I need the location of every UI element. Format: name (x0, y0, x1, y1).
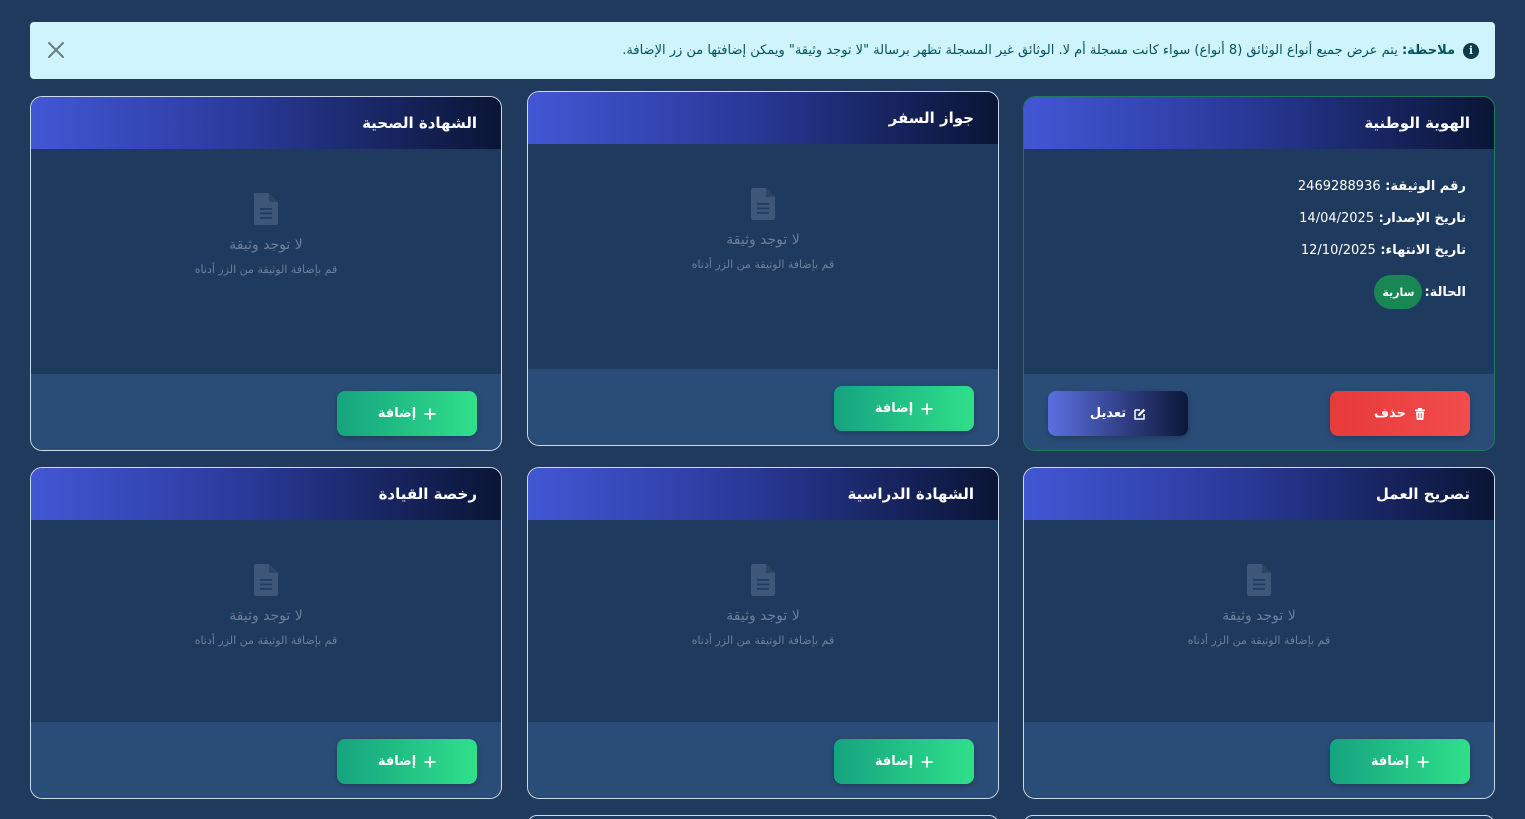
add-button[interactable]: إضافة (337, 739, 477, 784)
empty-state: لا توجد وثيقة قم بإضافة الوثيقة من الزر … (528, 564, 998, 647)
card-header: رخصة القيادة (31, 468, 501, 520)
card-body: لا توجد وثيقة قم بإضافة الوثيقة من الزر … (31, 149, 501, 450)
card-title: تصريح العمل (1375, 485, 1470, 503)
empty-state: لا توجد وثيقة قم بإضافة الوثيقة من الزر … (1024, 564, 1494, 647)
plus-icon (1417, 756, 1429, 767)
alert-message: يتم عرض جميع أنواع الوثائق (8 أنواع) سوا… (622, 43, 1398, 58)
document-card-passport: جواز السفر لا توجد وثيقة قم بإضافة الوثي… (527, 91, 999, 446)
plus-icon (424, 756, 436, 767)
edit-button[interactable]: تعديل (1048, 391, 1188, 436)
empty-state: لا توجد وثيقة قم بإضافة الوثيقة من الزر … (528, 188, 998, 271)
info-alert: i ملاحظة: يتم عرض جميع أنواع الوثائق (8 … (30, 22, 1495, 79)
close-icon (48, 42, 64, 58)
document-card-health-certificate: الشهادة الصحية لا توجد وثيقة قم بإضافة ا… (30, 96, 502, 451)
empty-title: لا توجد وثيقة (229, 608, 303, 624)
card-title: الشهادة الدراسية (847, 485, 974, 503)
document-card-academic-certificate: الشهادة الدراسية لا توجد وثيقة قم بإضافة… (527, 467, 999, 799)
card-title: الهوية الوطنية (1364, 114, 1470, 132)
info-circle-icon: i (1463, 42, 1479, 59)
card-footer: إضافة (31, 374, 501, 450)
card-footer: إضافة (31, 722, 501, 798)
card-body: لا توجد وثيقة قم بإضافة الوثيقة من الزر … (528, 144, 998, 445)
empty-title: لا توجد وثيقة (726, 608, 800, 624)
delete-label: حذف (1374, 406, 1406, 421)
empty-title: لا توجد وثيقة (229, 237, 303, 253)
card-body: لا توجد وثيقة قم بإضافة الوثيقة من الزر … (1024, 520, 1494, 798)
card-body: لا توجد وثيقة قم بإضافة الوثيقة من الزر … (31, 520, 501, 798)
expiry-date-row: تاريخ الانتهاء: 12/10/2025 (1298, 243, 1466, 258)
plus-icon (424, 408, 436, 419)
card-header: الشهادة الدراسية (528, 468, 998, 520)
card-body: لا توجد وثيقة قم بإضافة الوثيقة من الزر … (528, 520, 998, 798)
document-details: رقم الوثيقة: 2469288936 تاريخ الإصدار: 1… (1298, 179, 1466, 326)
empty-title: لا توجد وثيقة (1222, 608, 1296, 624)
edit-label: تعديل (1089, 406, 1127, 421)
file-document-icon (1247, 564, 1271, 596)
alert-label: ملاحظة: (1401, 43, 1455, 58)
plus-icon (921, 756, 933, 767)
empty-title: لا توجد وثيقة (726, 232, 800, 248)
document-card-driving-license: رخصة القيادة لا توجد وثيقة قم بإضافة الو… (30, 467, 502, 799)
file-document-icon (751, 564, 775, 596)
plus-icon (921, 403, 933, 414)
card-body: رقم الوثيقة: 2469288936 تاريخ الإصدار: 1… (1024, 149, 1494, 450)
empty-state: لا توجد وثيقة قم بإضافة الوثيقة من الزر … (31, 193, 501, 276)
add-label: إضافة (874, 754, 914, 769)
card-footer: إضافة (528, 722, 998, 798)
card-title: جواز السفر (888, 109, 974, 127)
card-header: جواز السفر (528, 92, 998, 144)
edit-icon (1134, 408, 1146, 420)
alert-content: i ملاحظة: يتم عرض جميع أنواع الوثائق (8 … (622, 22, 1479, 79)
empty-hint: قم بإضافة الوثيقة من الزر أدناه (691, 634, 835, 647)
card-footer: إضافة (1024, 722, 1494, 798)
card-title: الشهادة الصحية (362, 114, 477, 132)
card-header: تصريح العمل (1024, 468, 1494, 520)
document-card-work-permit: تصريح العمل لا توجد وثيقة قم بإضافة الوث… (1023, 467, 1495, 799)
card-footer: حذف تعديل (1024, 374, 1494, 450)
add-label: إضافة (377, 754, 417, 769)
document-card-partial (527, 815, 999, 819)
trash-icon (1415, 407, 1425, 420)
add-label: إضافة (377, 406, 417, 421)
doc-number-label: رقم الوثيقة: (1385, 179, 1466, 194)
card-title: رخصة القيادة (378, 485, 477, 503)
add-label: إضافة (1370, 754, 1410, 769)
expiry-date-value: 12/10/2025 (1300, 243, 1376, 258)
add-label: إضافة (874, 401, 914, 416)
empty-hint: قم بإضافة الوثيقة من الزر أدناه (194, 263, 338, 276)
add-button[interactable]: إضافة (1330, 739, 1470, 784)
card-header: الشهادة الصحية (31, 97, 501, 149)
issue-date-row: تاريخ الإصدار: 14/04/2025 (1298, 211, 1466, 226)
delete-button[interactable]: حذف (1330, 391, 1470, 436)
status-badge: سارية (1374, 275, 1423, 309)
doc-number-row: رقم الوثيقة: 2469288936 (1298, 179, 1466, 194)
empty-hint: قم بإضافة الوثيقة من الزر أدناه (1187, 634, 1331, 647)
status-row: الحالة: سارية (1298, 275, 1466, 309)
issue-date-label: تاريخ الإصدار: (1378, 211, 1466, 226)
add-button[interactable]: إضافة (337, 391, 477, 436)
doc-number-value: 2469288936 (1297, 179, 1381, 194)
document-card-national-id: الهوية الوطنية رقم الوثيقة: 2469288936 ت… (1023, 96, 1495, 451)
issue-date-value: 14/04/2025 (1299, 211, 1375, 226)
close-alert-button[interactable] (44, 38, 68, 62)
card-footer: إضافة (528, 369, 998, 445)
file-document-icon (254, 564, 278, 596)
document-card-partial (1023, 815, 1495, 819)
file-document-icon (751, 188, 775, 220)
card-header: الهوية الوطنية (1024, 97, 1494, 149)
add-button[interactable]: إضافة (834, 386, 974, 431)
empty-state: لا توجد وثيقة قم بإضافة الوثيقة من الزر … (31, 564, 501, 647)
empty-hint: قم بإضافة الوثيقة من الزر أدناه (194, 634, 338, 647)
documents-page: i ملاحظة: يتم عرض جميع أنواع الوثائق (8 … (0, 0, 1525, 819)
empty-hint: قم بإضافة الوثيقة من الزر أدناه (691, 258, 835, 271)
add-button[interactable]: إضافة (834, 739, 974, 784)
file-document-icon (254, 193, 278, 225)
expiry-date-label: تاريخ الانتهاء: (1380, 243, 1466, 258)
alert-text: ملاحظة: يتم عرض جميع أنواع الوثائق (8 أن… (622, 43, 1455, 58)
status-label: الحالة: (1424, 284, 1466, 300)
